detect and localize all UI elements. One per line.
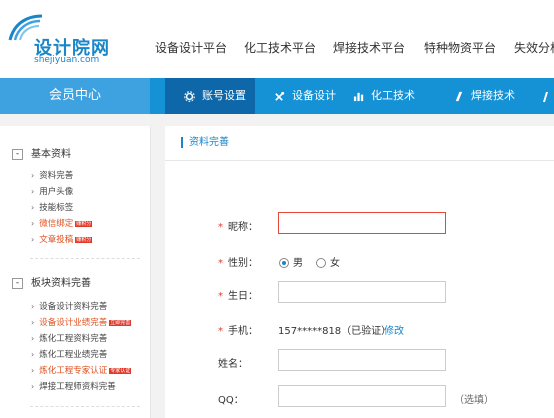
chevron-right-icon: › (31, 334, 35, 343)
sidebar-item-refining-performance[interactable]: › 炼化工程业绩完善 (31, 348, 107, 360)
label-text: 生日： (228, 291, 258, 302)
divider (30, 406, 140, 407)
phone-label: * 手机： (218, 322, 258, 337)
tab-label: 账号设置 (202, 89, 246, 102)
top-nav-welding-tech[interactable]: 焊接技术平台 (333, 39, 405, 56)
tab-welding-tech[interactable]: 焊接技术 (453, 78, 515, 114)
required-mark: * (218, 291, 223, 302)
chevron-right-icon: › (31, 171, 35, 180)
item-label: 用户头像 (39, 187, 74, 197)
radio-label: 女 (330, 258, 340, 269)
tools-icon (275, 91, 285, 101)
phone-edit-link[interactable]: 修改 (384, 322, 404, 337)
tab-label: 设备设计 (292, 89, 336, 102)
sidebar-item-refining-profile[interactable]: › 炼化工程资料完善 (31, 332, 107, 344)
sidebar-item-wechat-bind[interactable]: › 微信绑定 赚积分 (31, 217, 93, 229)
sidebar-item-skill-tags[interactable]: › 技能标签 (31, 201, 73, 213)
item-label: 焊接工程师资料完善 (39, 382, 116, 392)
birthday-input[interactable] (278, 281, 446, 303)
tab-label: 焊接技术 (471, 89, 515, 102)
sidebar-item-refining-expert-cert[interactable]: › 炼化工程专家认证 专家认证 (31, 364, 132, 376)
chevron-right-icon: › (31, 366, 35, 375)
sidebar-item-article-submit[interactable]: › 文章投稿 赚积分 (31, 233, 93, 245)
chevron-right-icon: › (31, 219, 35, 228)
top-nav-special-materials[interactable]: 特种物资平台 (424, 39, 496, 56)
radio-label: 男 (293, 258, 303, 269)
sidebar-item-equip-design-performance[interactable]: › 设备设计业绩完善 立即完善 (31, 316, 132, 328)
main-panel: 资料完善 (165, 126, 554, 418)
required-mark: * (218, 326, 223, 337)
divider (30, 258, 140, 259)
points-badge: 赚积分 (75, 236, 93, 243)
qq-input[interactable] (278, 385, 446, 407)
member-nav-bar: 会员中心 账号设置 设备设计 化工技术 焊接技术 (0, 78, 554, 114)
item-label: 设备设计业绩完善 (39, 318, 108, 328)
phone-value: 157*****818（已验证） (278, 326, 392, 337)
expert-cert-badge: 专家认证 (109, 367, 132, 374)
chevron-right-icon: › (31, 203, 35, 212)
item-label: 设备设计资料完善 (39, 302, 108, 312)
gender-female-radio[interactable]: 女 (316, 254, 340, 269)
radio-unchecked-icon (316, 258, 326, 268)
chevron-right-icon: › (31, 350, 35, 359)
tab-overflow-icon[interactable] (541, 78, 554, 114)
nickname-input[interactable] (278, 212, 446, 234)
logo-domain[interactable]: shejiyuan.com (34, 55, 99, 65)
sidebar-section-board[interactable]: - 板块资料完善 (12, 274, 91, 289)
points-badge: 赚积分 (75, 220, 93, 227)
label-text: 性别： (228, 258, 258, 269)
sidebar-item-profile-complete[interactable]: › 资料完善 (31, 169, 73, 181)
sidebar: - 基本资料 › 资料完善 › 用户头像 › 技能标签 › 微信绑定 赚积分 › 文章投稿 赚积… (0, 126, 151, 418)
qq-label: QQ： (218, 395, 244, 406)
main-header: 资料完善 (165, 126, 554, 161)
tab-chemical-tech[interactable]: 化工技术 (353, 78, 415, 114)
collapse-toggle-icon[interactable]: - (12, 148, 23, 160)
top-nav-failure-analysis[interactable]: 失效分析 (514, 39, 554, 56)
tab-label: 化工技术 (371, 89, 415, 102)
tab-account-settings[interactable]: 账号设置 (165, 78, 255, 114)
sidebar-item-equip-design-profile[interactable]: › 设备设计资料完善 (31, 300, 107, 312)
item-label: 炼化工程资料完善 (39, 334, 108, 344)
item-label: 炼化工程专家认证 (39, 366, 108, 376)
name-input[interactable] (278, 349, 446, 371)
bar-chart-icon (353, 92, 364, 101)
item-label: 资料完善 (39, 171, 74, 181)
label-text: 昵称： (228, 222, 258, 233)
sidebar-section-basic[interactable]: - 基本资料 (12, 145, 71, 160)
chevron-right-icon: › (31, 302, 35, 311)
label-text: 手机： (228, 326, 258, 337)
sidebar-item-avatar[interactable]: › 用户头像 (31, 185, 73, 197)
chevron-right-icon: › (31, 235, 35, 244)
top-nav-chemical-tech[interactable]: 化工技术平台 (244, 39, 316, 56)
gear-icon (184, 90, 195, 102)
collapse-toggle-icon[interactable]: - (12, 277, 23, 289)
section-title: 基本资料 (31, 149, 71, 160)
item-label: 技能标签 (39, 203, 74, 213)
nickname-label: * 昵称： (218, 218, 258, 233)
complete-now-badge: 立即完善 (109, 319, 132, 326)
tab-equipment-design[interactable]: 设备设计 (274, 78, 336, 114)
gender-male-radio[interactable]: 男 (279, 254, 303, 269)
radio-checked-icon (279, 258, 289, 268)
name-label: 姓名： (218, 359, 248, 370)
top-nav-equipment-design[interactable]: 设备设计平台 (155, 39, 227, 56)
required-mark: * (218, 258, 223, 269)
section-title: 板块资料完善 (31, 278, 91, 289)
sidebar-item-welding-engineer-profile[interactable]: › 焊接工程师资料完善 (31, 380, 116, 392)
member-center-title: 会员中心 (0, 78, 150, 114)
chevron-right-icon: › (31, 318, 35, 327)
gender-label: * 性别： (218, 254, 258, 269)
item-label: 炼化工程业绩完善 (39, 350, 108, 360)
required-mark: * (218, 222, 223, 233)
site-header: 设计院网 shejiyuan.com 设备设计平台 化工技术平台 焊接技术平台 … (0, 0, 554, 78)
chevron-right-icon: › (31, 382, 35, 391)
item-label: 文章投稿 (39, 235, 74, 245)
qq-optional-hint: （选填） (454, 395, 494, 406)
chevron-right-icon: › (31, 187, 35, 196)
welding-icon (455, 91, 463, 101)
item-label: 微信绑定 (39, 219, 74, 229)
birthday-label: * 生日： (218, 287, 258, 302)
page-title: 资料完善 (181, 137, 229, 148)
